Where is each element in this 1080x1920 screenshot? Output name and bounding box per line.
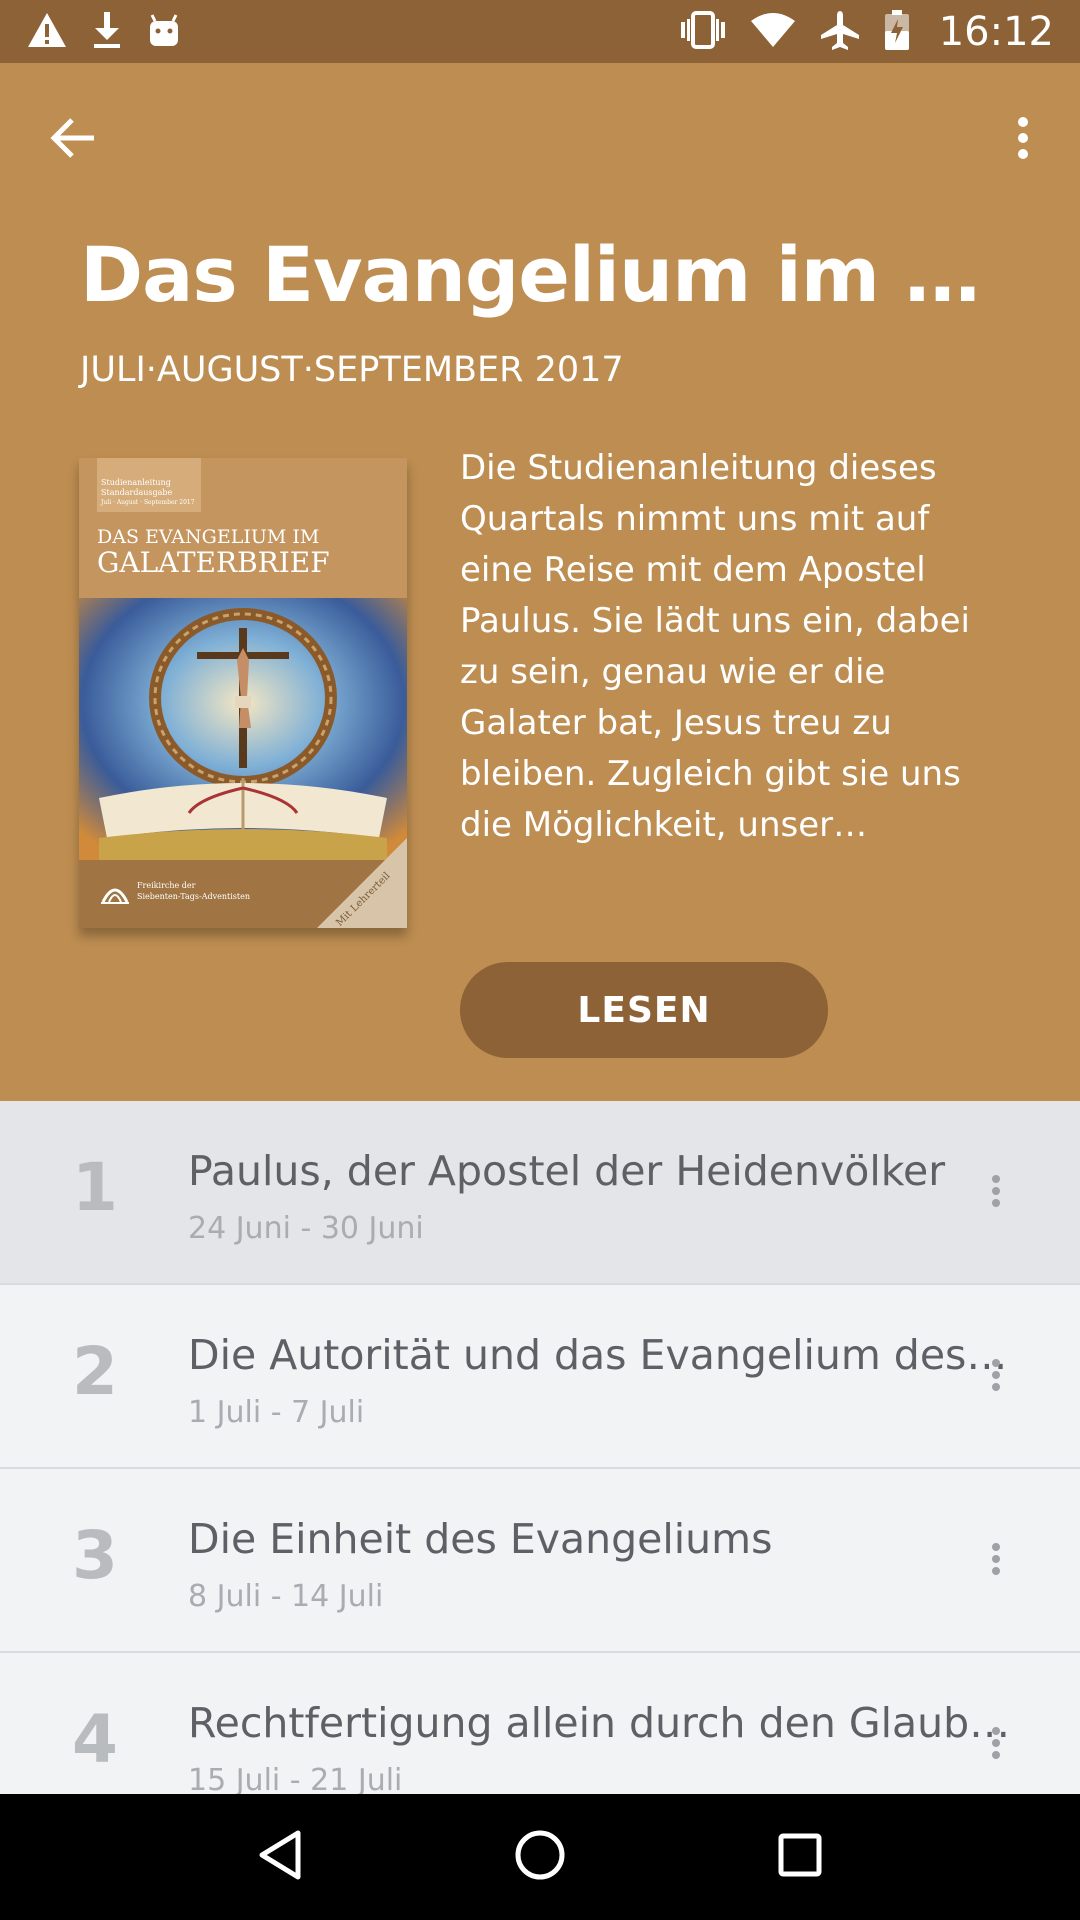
quarterly-cover-image: Studienanleitung Standardausgabe Juli · … xyxy=(79,458,407,928)
cover-title-line2: GALATERBRIEF xyxy=(97,546,330,579)
lesson-number: 3 xyxy=(72,1517,118,1594)
system-navigation-bar xyxy=(0,1794,1080,1920)
lesson-dates: 1 Juli - 7 Juli xyxy=(188,1395,365,1430)
lesson-row-4[interactable]: 4 Rechtfertigung allein durch den Glaube… xyxy=(0,1653,1080,1794)
lesson-menu-button[interactable] xyxy=(978,1723,1014,1767)
lesson-title: Paulus, der Apostel der Heidenvölker xyxy=(188,1147,946,1195)
back-triangle-icon xyxy=(256,1829,304,1885)
nav-back-button[interactable] xyxy=(240,1817,320,1897)
vibrate-icon xyxy=(679,10,727,54)
nav-recents-button[interactable] xyxy=(760,1817,840,1897)
nav-home-button[interactable] xyxy=(500,1817,580,1897)
quarterly-date-range: JULI·AUGUST·SEPTEMBER 2017 xyxy=(80,350,624,390)
overflow-menu-button[interactable] xyxy=(990,107,1056,173)
lesson-number: 1 xyxy=(72,1149,118,1226)
lesson-dates: 8 Juli - 14 Juli xyxy=(188,1579,384,1614)
cover-publisher: Freikirche der Siebenten-Tags-Adventiste… xyxy=(137,881,250,901)
status-bar-time: 16:12 xyxy=(938,8,1054,55)
lesson-menu-button[interactable] xyxy=(978,1355,1014,1399)
lesson-title: Rechtfertigung allein durch den Glauben xyxy=(188,1699,1018,1747)
more-vert-icon xyxy=(991,1358,1001,1396)
battery-icon xyxy=(883,9,911,55)
more-vert-icon xyxy=(991,1542,1001,1580)
lesson-number: 4 xyxy=(72,1701,118,1778)
recents-square-icon xyxy=(777,1832,823,1882)
read-button[interactable]: LESEN xyxy=(460,962,828,1058)
android-icon xyxy=(146,12,182,52)
cover-badge-text: Studienanleitung Standardausgabe Juli · … xyxy=(101,478,195,506)
quarterly-title: Das Evangelium im Galaterbrief xyxy=(80,230,1000,319)
cover-corner-ribbon xyxy=(317,838,407,928)
arrow-back-icon xyxy=(50,117,96,163)
home-circle-icon xyxy=(514,1829,566,1885)
more-vert-icon xyxy=(991,1726,1001,1764)
quarterly-description-text: Die Studienanleitung dieses Quartals nim… xyxy=(460,448,970,845)
app-bar xyxy=(0,63,1080,208)
quarterly-description: Die Studienanleitung dieses Quartals nim… xyxy=(460,443,1000,913)
more-vert-icon xyxy=(991,1174,1001,1212)
cover-artwork xyxy=(79,598,407,860)
church-logo-icon xyxy=(99,876,131,910)
wifi-icon xyxy=(749,11,797,53)
download-icon xyxy=(90,10,124,54)
status-bar: 16:12 xyxy=(0,0,1080,63)
warning-icon xyxy=(26,11,68,53)
lesson-row-1[interactable]: 1 Paulus, der Apostel der Heidenvölker 2… xyxy=(0,1101,1080,1285)
status-bar-notifications xyxy=(26,10,182,54)
lesson-menu-button[interactable] xyxy=(978,1171,1014,1215)
lesson-row-2[interactable]: 2 Die Autorität und das Evangelium des P… xyxy=(0,1285,1080,1469)
lesson-list: 1 Paulus, der Apostel der Heidenvölker 2… xyxy=(0,1101,1080,1794)
lesson-menu-button[interactable] xyxy=(978,1539,1014,1583)
quarterly-header: Das Evangelium im Galaterbrief JULI·AUGU… xyxy=(0,63,1080,1101)
lesson-title: Die Einheit des Evangeliums xyxy=(188,1515,773,1563)
more-vert-icon xyxy=(1016,116,1030,164)
lesson-number: 2 xyxy=(72,1333,118,1410)
airplane-mode-icon xyxy=(819,9,861,55)
lesson-title: Die Autorität und das Evangelium des Pau… xyxy=(188,1331,1018,1379)
cover-title-line1: DAS EVANGELIUM IM xyxy=(97,526,320,548)
lesson-dates: 24 Juni - 30 Juni xyxy=(188,1211,424,1246)
lesson-row-3[interactable]: 3 Die Einheit des Evangeliums 8 Juli - 1… xyxy=(0,1469,1080,1653)
lesson-dates: 15 Juli - 21 Juli xyxy=(188,1763,403,1794)
status-bar-system: 16:12 xyxy=(679,9,1054,55)
back-button[interactable] xyxy=(40,107,106,173)
